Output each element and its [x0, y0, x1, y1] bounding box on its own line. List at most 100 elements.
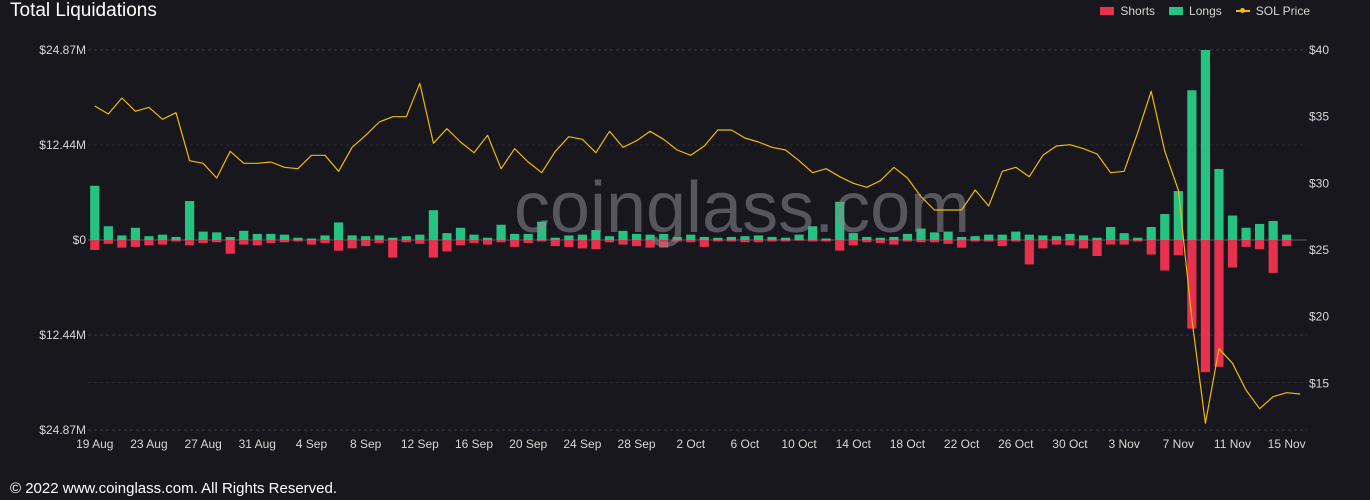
short-bar: [103, 240, 113, 244]
long-bar: [496, 224, 506, 240]
long-bar: [90, 185, 100, 240]
short-bar: [320, 240, 330, 244]
long-bar: [320, 235, 330, 240]
y-tick-label-left: $24.87M: [39, 43, 86, 57]
short-bar: [225, 240, 235, 254]
short-bar: [157, 240, 168, 245]
long-bar: [198, 231, 208, 240]
short-bar: [347, 240, 357, 249]
short-bar: [1038, 240, 1048, 249]
long-bar: [1051, 236, 1062, 240]
long-bar: [1038, 235, 1048, 240]
x-tick-label: 18 Oct: [890, 437, 926, 451]
short-bar: [1254, 240, 1265, 250]
short-bar: [144, 240, 154, 246]
long-bar: [1078, 235, 1089, 240]
short-bar: [428, 240, 438, 258]
short-bar: [361, 240, 371, 247]
short-bar: [212, 240, 222, 243]
short-bar: [469, 240, 479, 244]
short-bar: [482, 240, 493, 245]
y-tick-label-right: $25: [1309, 243, 1329, 257]
short-bar: [1227, 240, 1238, 268]
short-bar: [266, 240, 276, 244]
long-bar: [252, 233, 262, 240]
long-bar: [279, 234, 289, 240]
y-tick-label-right: $15: [1309, 376, 1329, 390]
long-bar: [239, 230, 249, 240]
x-tick-label: 24 Sep: [563, 437, 601, 451]
y-tick-label-left: $12.44M: [39, 138, 86, 152]
y-tick-label-left: $24.87M: [39, 423, 86, 437]
short-bar: [1241, 240, 1251, 247]
y-tick-label-right: $35: [1309, 110, 1329, 124]
x-tick-label: 10 Oct: [781, 437, 817, 451]
long-bar: [130, 227, 141, 240]
short-bar: [184, 240, 195, 246]
long-bar: [1227, 215, 1238, 240]
short-bar: [171, 240, 181, 242]
short-bar: [970, 240, 980, 242]
long-bar: [1268, 220, 1278, 240]
long-bar: [388, 237, 398, 240]
x-tick-label: 15 Nov: [1268, 437, 1306, 451]
short-bar: [1078, 240, 1089, 249]
short-bar: [1282, 240, 1292, 247]
long-bar: [225, 236, 235, 240]
long-bar: [469, 234, 479, 240]
y-tick-label-left: $12.44M: [39, 328, 86, 342]
y-tick-label-right: $30: [1309, 176, 1329, 190]
x-tick-label: 31 Aug: [239, 437, 276, 451]
x-tick-label: 30 Oct: [1052, 437, 1088, 451]
short-bar: [252, 240, 262, 246]
long-bar: [1065, 233, 1075, 240]
long-bar: [455, 227, 466, 240]
long-bar: [374, 235, 384, 240]
long-bar: [970, 236, 980, 240]
short-bar: [984, 240, 994, 242]
long-bar: [293, 237, 303, 240]
long-bar: [1254, 223, 1265, 240]
y-tick-label-left: $0: [73, 233, 87, 247]
short-bar: [333, 240, 344, 251]
short-bar: [130, 240, 141, 247]
short-bar: [374, 240, 384, 244]
long-bar: [428, 210, 438, 240]
short-bar: [239, 240, 249, 245]
long-bar: [171, 236, 181, 240]
x-tick-label: 7 Nov: [1163, 437, 1194, 451]
sol-price-line: [94, 82, 1301, 424]
long-bar: [1119, 233, 1129, 240]
short-bar: [1173, 240, 1183, 256]
short-bar: [1106, 240, 1116, 245]
liquidations-chart: $24.87M $12.44M $0 $12.44M $24.87M $40 $35 $30 $…: [39, 43, 1329, 451]
short-bar: [306, 240, 317, 245]
short-bar: [455, 240, 466, 246]
long-bar: [1214, 168, 1224, 240]
long-bar: [984, 234, 994, 240]
long-bar: [1092, 237, 1102, 240]
short-bar: [279, 240, 289, 243]
long-bar: [266, 233, 276, 240]
long-bar: [103, 226, 113, 240]
short-bar: [997, 240, 1007, 247]
x-tick-label: 6 Oct: [731, 437, 760, 451]
long-bar: [997, 234, 1007, 240]
short-bar: [1200, 240, 1211, 373]
short-bar: [1268, 240, 1278, 273]
short-bar: [1214, 240, 1224, 367]
long-bar: [361, 236, 371, 240]
price-line-layer: [94, 82, 1301, 424]
long-bar: [1133, 237, 1143, 240]
x-tick-label: 26 Oct: [998, 437, 1034, 451]
long-bar: [117, 235, 127, 240]
short-bar: [117, 240, 127, 248]
x-tick-label: 16 Sep: [455, 437, 493, 451]
x-tick-label: 11 Nov: [1214, 437, 1251, 451]
x-tick-label: 27 Aug: [184, 437, 221, 451]
short-bar: [1160, 240, 1170, 271]
long-bar: [157, 234, 168, 240]
long-bar: [333, 222, 344, 240]
long-bar: [347, 235, 357, 240]
footer-copyright: © 2022 www.coinglass.com. All Rights Res…: [10, 480, 338, 497]
